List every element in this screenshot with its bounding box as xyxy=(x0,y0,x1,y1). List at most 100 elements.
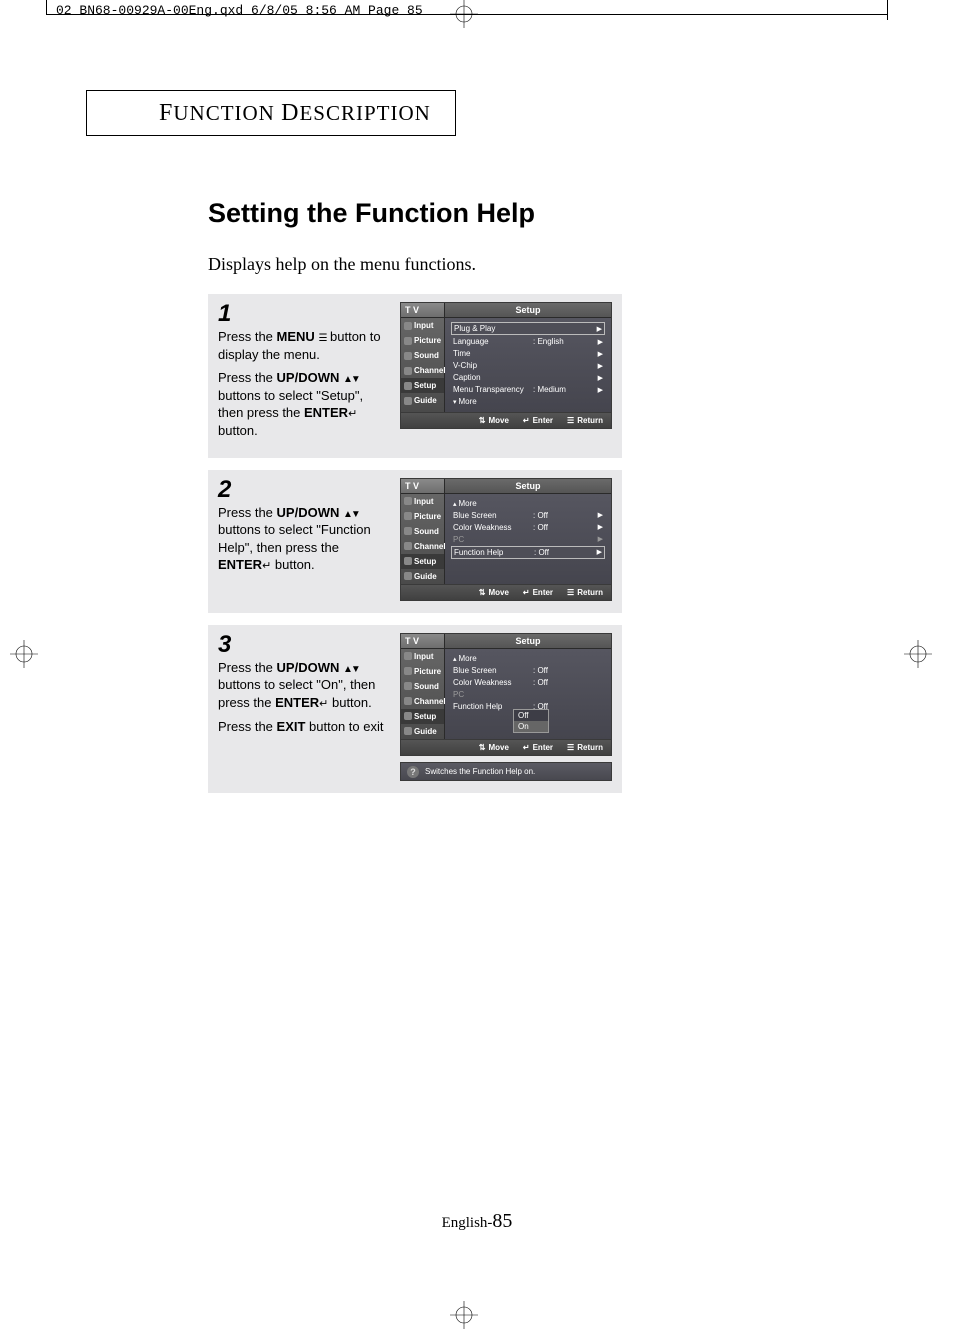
page-title: Setting the Function Help xyxy=(208,198,535,229)
osd-row: Caption▶ xyxy=(451,372,605,383)
step-2: 2Press the UP/DOWN ▲▼ buttons to select … xyxy=(208,470,622,613)
chevron-right-icon: ▶ xyxy=(593,386,603,394)
registration-mark-icon xyxy=(450,1301,478,1329)
osd-sidebar-item-picture: Picture xyxy=(401,333,444,348)
step-number: 1 xyxy=(218,302,390,326)
osd-sidebar-item-setup: Setup xyxy=(401,554,444,569)
crop-mark xyxy=(46,0,47,14)
osd-row: More xyxy=(451,653,605,664)
osd-row: Menu Transparency: Medium▶ xyxy=(451,384,605,395)
osd-list: Plug & Play▶Language: English▶Time▶V-Chi… xyxy=(445,318,611,412)
steps-container: 1Press the MENU ☰ button to display the … xyxy=(208,294,622,805)
osd-enter-hint: Enter xyxy=(523,588,553,597)
step-number: 3 xyxy=(218,633,390,657)
osd-list: MoreBlue Screen: OffColor Weakness: OffP… xyxy=(445,649,611,739)
osd-title: Setup xyxy=(445,479,611,493)
step-paragraph: Press the MENU ☰ button to display the m… xyxy=(218,328,390,363)
osd-screenshot: T VSetupInputPictureSoundChannelSetupGui… xyxy=(400,302,612,446)
osd-sidebar-item-sound: Sound xyxy=(401,348,444,363)
channel-icon xyxy=(404,542,412,550)
osd-return-hint: Return xyxy=(567,743,603,752)
osd-row: PC▶ xyxy=(451,534,605,545)
osd-title: Setup xyxy=(445,303,611,317)
up-down-icon: ▲▼ xyxy=(343,374,359,385)
osd-screenshot: T VSetupInputPictureSoundChannelSetupGui… xyxy=(400,478,612,601)
up-down-icon: ▲▼ xyxy=(343,664,359,675)
page-footer: English-85 xyxy=(0,1210,954,1233)
input-icon xyxy=(404,322,412,330)
setup-icon xyxy=(404,557,412,565)
osd-move-hint: Move xyxy=(479,588,509,597)
page-number: 85 xyxy=(492,1210,512,1232)
registration-mark-icon xyxy=(450,0,478,28)
picture-icon xyxy=(404,667,412,675)
osd-option: On xyxy=(514,721,548,732)
osd-sidebar: InputPictureSoundChannelSetupGuide xyxy=(401,649,445,739)
enter-icon: ↵ xyxy=(319,698,328,710)
sound-icon xyxy=(404,682,412,690)
enter-icon: ↵ xyxy=(262,560,271,572)
osd-move-hint: Move xyxy=(479,416,509,425)
guide-icon xyxy=(404,397,412,405)
osd-row: V-Chip▶ xyxy=(451,360,605,371)
footer-prefix: English- xyxy=(442,1215,493,1231)
chevron-right-icon: ▶ xyxy=(593,523,603,531)
picture-icon xyxy=(404,337,412,345)
osd-sidebar-item-picture: Picture xyxy=(401,509,444,524)
print-header: 02 BN68-00929A-00Eng.qxd 6/8/05 8:56 AM … xyxy=(56,3,423,18)
chevron-right-icon: ▶ xyxy=(592,548,602,556)
osd-row: Blue Screen: Off▶ xyxy=(451,510,605,521)
osd-sidebar-item-guide: Guide xyxy=(401,569,444,584)
osd-row: Time▶ xyxy=(451,348,605,359)
step-text: 1Press the MENU ☰ button to display the … xyxy=(218,302,390,446)
guide-icon xyxy=(404,727,412,735)
chevron-right-icon: ▶ xyxy=(593,350,603,358)
osd-sidebar: InputPictureSoundChannelSetupGuide xyxy=(401,494,445,584)
osd-sidebar-item-guide: Guide xyxy=(401,724,444,739)
chevron-right-icon: ▶ xyxy=(593,362,603,370)
osd-sidebar-item-input: Input xyxy=(401,649,444,664)
osd-sidebar-item-setup: Setup xyxy=(401,709,444,724)
osd-return-hint: Return xyxy=(567,416,603,425)
menu-icon: ☰ xyxy=(318,333,326,344)
input-icon xyxy=(404,652,412,660)
picture-icon xyxy=(404,512,412,520)
sound-icon xyxy=(404,527,412,535)
setup-icon xyxy=(404,712,412,720)
step-paragraph: Press the UP/DOWN ▲▼ buttons to select "… xyxy=(218,369,390,439)
osd-bottom-bar: Move Enter Return xyxy=(400,740,612,756)
osd-sidebar-item-input: Input xyxy=(401,318,444,333)
osd-row: Language: English▶ xyxy=(451,336,605,347)
osd-row: Function Help: Off▶ xyxy=(451,546,605,559)
osd-row: More xyxy=(451,498,605,509)
step-1: 1Press the MENU ☰ button to display the … xyxy=(208,294,622,458)
crop-mark xyxy=(887,0,888,20)
channel-icon xyxy=(404,367,412,375)
osd-enter-hint: Enter xyxy=(523,743,553,752)
osd-tv-label: T V xyxy=(401,303,445,317)
osd-screenshot: T V SetupInputPictureSoundChannelSetupGui… xyxy=(400,633,612,781)
step-paragraph: Press the EXIT button to exit xyxy=(218,718,390,736)
registration-mark-icon xyxy=(904,640,932,668)
osd-sidebar-item-picture: Picture xyxy=(401,664,444,679)
section-header: FUNCTION DESCRIPTION xyxy=(86,90,456,136)
osd-sidebar-item-channel: Channel xyxy=(401,363,444,378)
osd-bottom-bar: MoveEnterReturn xyxy=(400,585,612,601)
osd-sidebar-item-setup: Setup xyxy=(401,378,444,393)
osd-sidebar-item-sound: Sound xyxy=(401,679,444,694)
osd-sidebar-item-guide: Guide xyxy=(401,393,444,408)
osd-help-hint: Switches the Function Help on. xyxy=(400,762,612,781)
osd-option: Off xyxy=(514,710,548,721)
osd-tv-label: T V xyxy=(401,479,445,493)
step-paragraph: Press the UP/DOWN ▲▼ buttons to select "… xyxy=(218,659,390,712)
chevron-right-icon: ▶ xyxy=(592,325,602,333)
registration-mark-icon xyxy=(10,640,38,668)
osd-row: PC xyxy=(451,689,605,700)
osd-move-hint: Move xyxy=(479,743,509,752)
osd-tv-label: T V xyxy=(401,634,445,648)
step-text: 3Press the UP/DOWN ▲▼ buttons to select … xyxy=(218,633,390,781)
osd-sidebar-item-sound: Sound xyxy=(401,524,444,539)
osd-enter-hint: Enter xyxy=(523,416,553,425)
up-down-icon: ▲▼ xyxy=(343,509,359,520)
step-3: 3Press the UP/DOWN ▲▼ buttons to select … xyxy=(208,625,622,793)
